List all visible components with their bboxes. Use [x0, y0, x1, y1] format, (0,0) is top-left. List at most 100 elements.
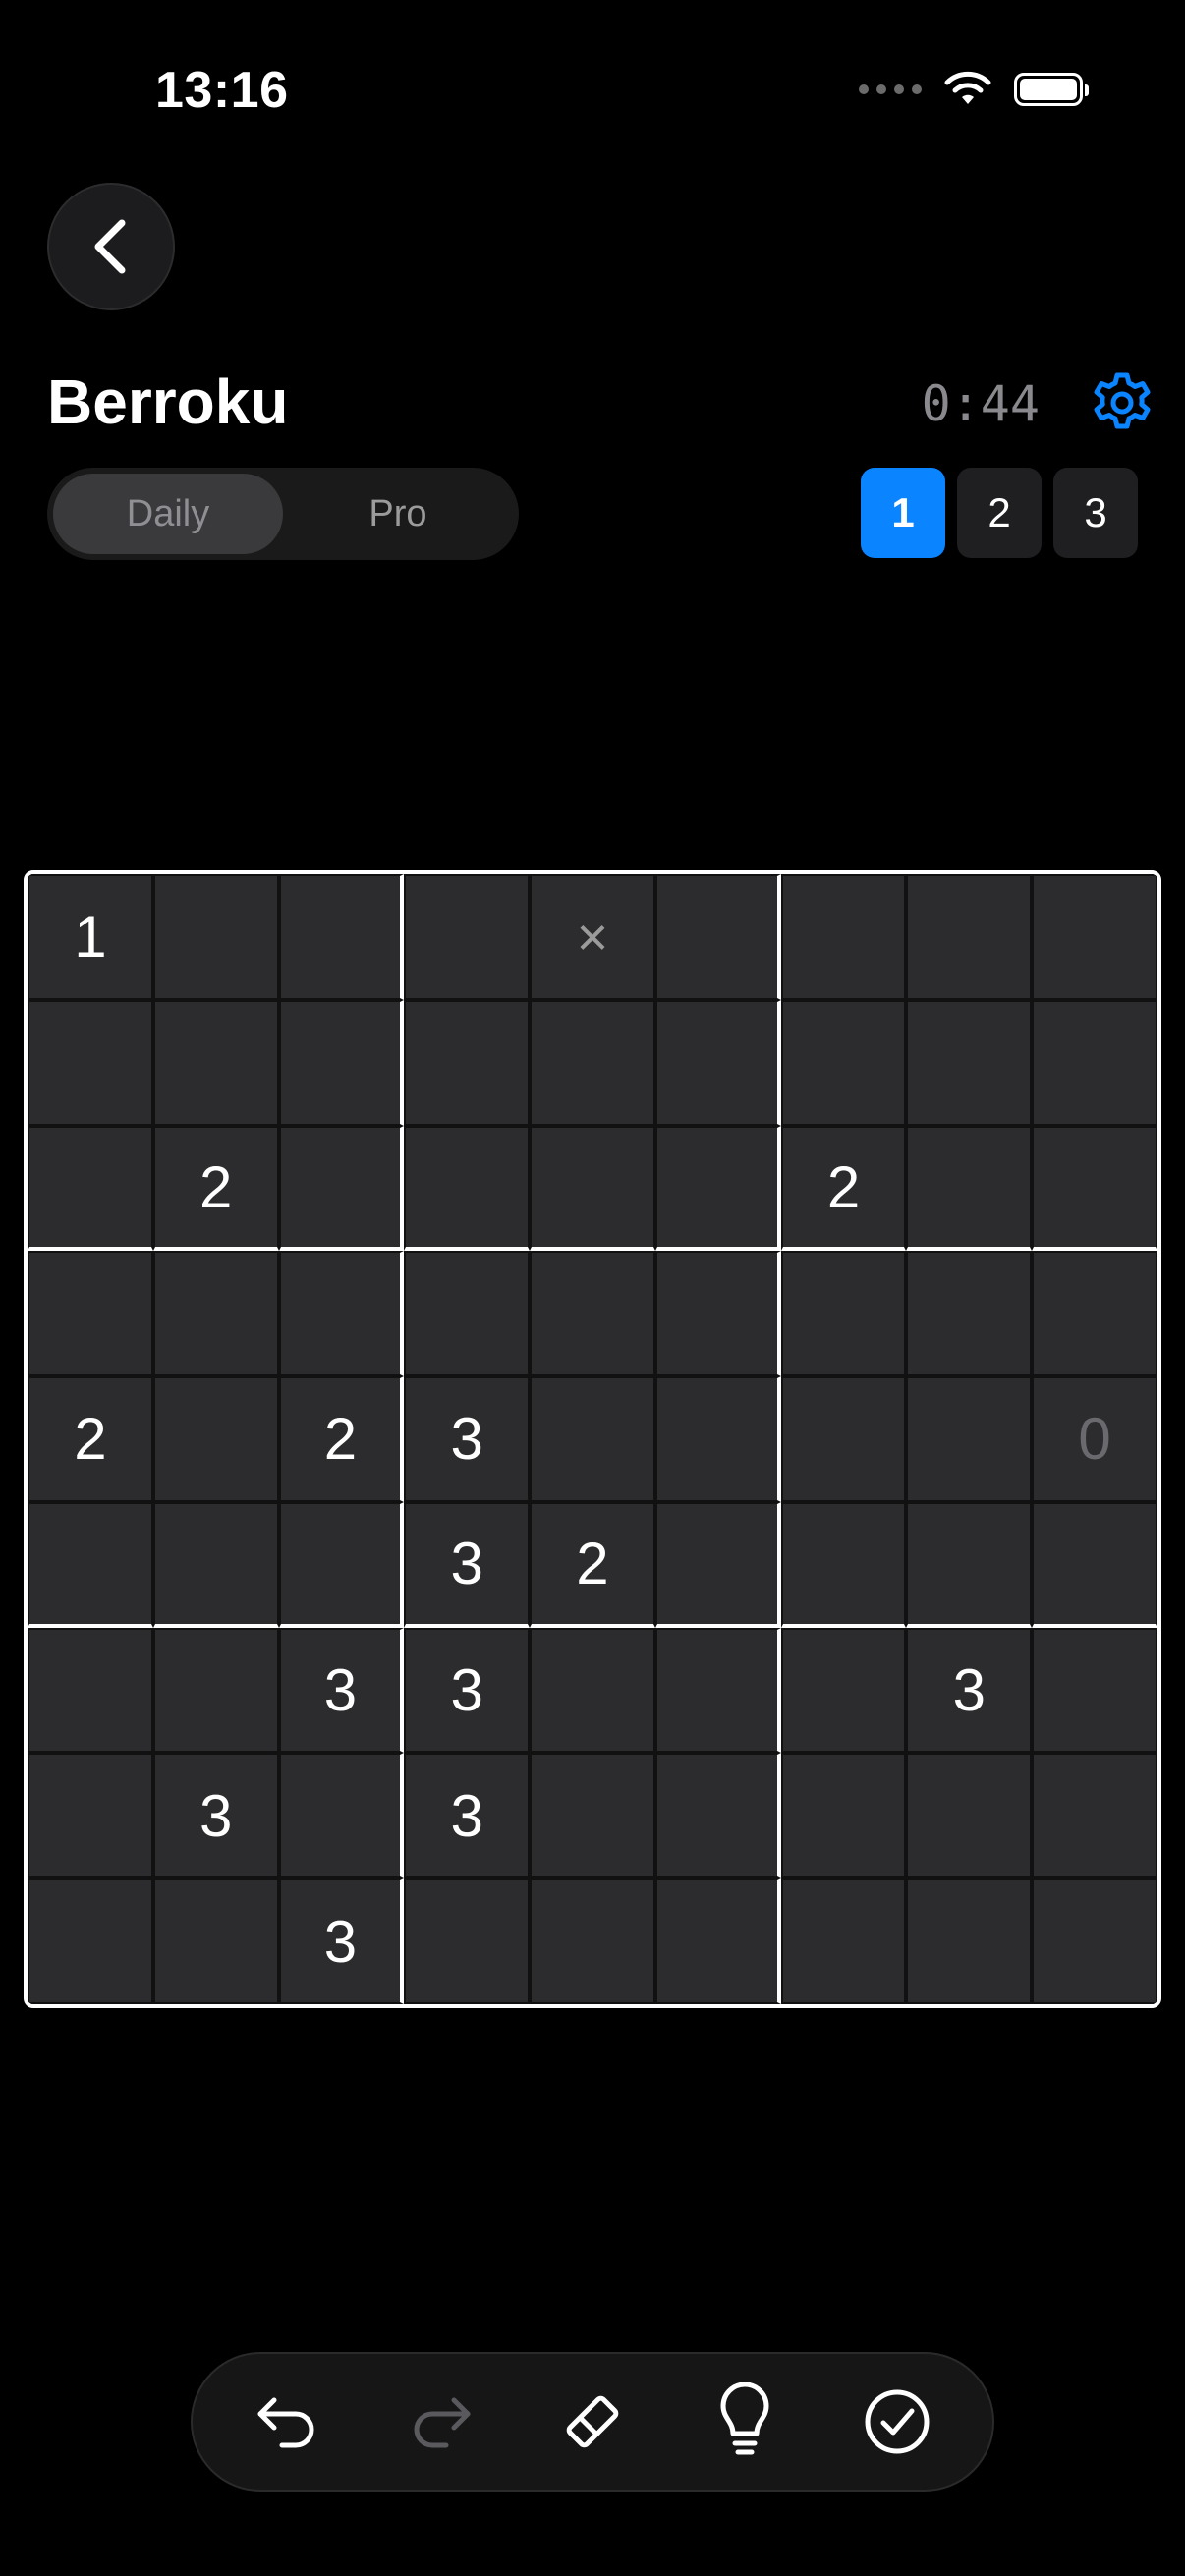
- grid-cell[interactable]: [906, 874, 1033, 1000]
- grid-cell[interactable]: [906, 1376, 1033, 1502]
- grid-cell[interactable]: [28, 1251, 153, 1377]
- level-button-2[interactable]: 2: [957, 468, 1042, 558]
- grid-cell[interactable]: 3: [404, 1627, 531, 1754]
- grid-cell[interactable]: [906, 1753, 1033, 1879]
- grid-cell[interactable]: [1032, 1878, 1157, 2004]
- undo-button[interactable]: [239, 2373, 337, 2471]
- grid-cell[interactable]: [152, 1251, 279, 1377]
- grid-cell[interactable]: [780, 1376, 907, 1502]
- grid-cell[interactable]: [152, 1627, 279, 1754]
- grid-cell[interactable]: [28, 1878, 153, 2004]
- eraser-button[interactable]: [543, 2373, 642, 2471]
- level-button-1[interactable]: 1: [861, 468, 945, 558]
- grid-cell[interactable]: 3: [152, 1753, 279, 1879]
- redo-button[interactable]: [391, 2373, 489, 2471]
- grid-cell[interactable]: [404, 1125, 531, 1252]
- grid-cell[interactable]: [906, 1501, 1033, 1628]
- grid-cell[interactable]: [1032, 874, 1157, 1000]
- lightbulb-icon: [720, 2382, 769, 2455]
- grid-cell[interactable]: [278, 1753, 405, 1879]
- grid-cell[interactable]: [404, 999, 531, 1126]
- grid-cell[interactable]: [530, 1125, 655, 1252]
- grid-cell[interactable]: [906, 999, 1033, 1126]
- grid-cell[interactable]: [1032, 1125, 1157, 1252]
- gear-icon[interactable]: [1089, 369, 1156, 436]
- grid-cell[interactable]: [28, 1125, 153, 1252]
- grid-cell[interactable]: [780, 1251, 907, 1377]
- grid-cell[interactable]: [654, 1376, 781, 1502]
- grid-cell[interactable]: [906, 1878, 1033, 2004]
- grid-cell[interactable]: [654, 1878, 781, 2004]
- grid-cell[interactable]: [780, 1501, 907, 1628]
- grid-cell[interactable]: [530, 1376, 655, 1502]
- grid-cell[interactable]: [780, 1627, 907, 1754]
- grid-cell[interactable]: 2: [780, 1125, 907, 1252]
- level-button-3[interactable]: 3: [1053, 468, 1138, 558]
- segment-daily[interactable]: Daily: [53, 474, 283, 554]
- hint-button[interactable]: [696, 2373, 794, 2471]
- grid-cell[interactable]: [654, 1251, 781, 1377]
- grid-cell[interactable]: 3: [404, 1501, 531, 1628]
- grid-cell[interactable]: [906, 1251, 1033, 1377]
- grid-cell[interactable]: [278, 1501, 405, 1628]
- grid-cell[interactable]: 3: [404, 1753, 531, 1879]
- grid-cell[interactable]: 3: [404, 1376, 531, 1502]
- grid-cell[interactable]: [152, 999, 279, 1126]
- eraser-icon: [566, 2395, 619, 2448]
- grid-cell[interactable]: [530, 1251, 655, 1377]
- grid-cell[interactable]: 2: [278, 1376, 405, 1502]
- grid-cell[interactable]: [906, 1125, 1033, 1252]
- battery-icon: [1014, 73, 1089, 106]
- grid-cell[interactable]: [404, 874, 531, 1000]
- grid-cell[interactable]: [654, 1753, 781, 1879]
- grid-cell[interactable]: [152, 1501, 279, 1628]
- grid-cell[interactable]: [654, 1627, 781, 1754]
- grid-cell[interactable]: 1: [28, 874, 153, 1000]
- grid-cell[interactable]: [278, 1251, 405, 1377]
- grid-cell[interactable]: [152, 1878, 279, 2004]
- grid-cell[interactable]: 2: [530, 1501, 655, 1628]
- grid-cell[interactable]: [530, 1753, 655, 1879]
- grid-cell[interactable]: [530, 999, 655, 1126]
- grid-cell[interactable]: [28, 1627, 153, 1754]
- grid-cell[interactable]: [404, 1251, 531, 1377]
- grid-cell[interactable]: 3: [278, 1878, 405, 2004]
- checkmark-circle-icon: [865, 2389, 930, 2454]
- grid-cell[interactable]: 3: [278, 1627, 405, 1754]
- back-button[interactable]: [47, 183, 175, 310]
- grid-cell[interactable]: ×: [530, 874, 655, 1000]
- grid-cell[interactable]: [278, 1125, 405, 1252]
- check-button[interactable]: [848, 2373, 946, 2471]
- grid-cell[interactable]: [780, 874, 907, 1000]
- grid-cell[interactable]: 3: [906, 1627, 1033, 1754]
- grid-cell[interactable]: [28, 999, 153, 1126]
- grid-cell[interactable]: [152, 874, 279, 1000]
- grid-cell[interactable]: [530, 1627, 655, 1754]
- bottom-toolbar: [191, 2352, 994, 2492]
- grid-cell[interactable]: [780, 1753, 907, 1879]
- grid-cell[interactable]: [654, 1125, 781, 1252]
- redo-icon: [414, 2397, 471, 2448]
- grid-cell[interactable]: [152, 1376, 279, 1502]
- grid-cell[interactable]: [654, 874, 781, 1000]
- grid-cell[interactable]: 2: [28, 1376, 153, 1502]
- grid-cell[interactable]: 0: [1032, 1376, 1157, 1502]
- grid-cell[interactable]: [278, 999, 405, 1126]
- grid-cell[interactable]: [1032, 1627, 1157, 1754]
- grid-cell[interactable]: [28, 1501, 153, 1628]
- mode-segmented-control: Daily Pro: [47, 468, 519, 560]
- grid-cell[interactable]: [1032, 999, 1157, 1126]
- grid-cell[interactable]: [780, 1878, 907, 2004]
- grid-cell[interactable]: [1032, 1753, 1157, 1879]
- grid-cell[interactable]: [654, 1501, 781, 1628]
- grid-cell[interactable]: [28, 1753, 153, 1879]
- grid-cell[interactable]: [404, 1878, 531, 2004]
- grid-cell[interactable]: [1032, 1501, 1157, 1628]
- grid-cell[interactable]: [278, 874, 405, 1000]
- grid-cell[interactable]: [530, 1878, 655, 2004]
- grid-cell[interactable]: [654, 999, 781, 1126]
- grid-cell[interactable]: [780, 999, 907, 1126]
- grid-cell[interactable]: [1032, 1251, 1157, 1377]
- segment-pro[interactable]: Pro: [283, 474, 513, 554]
- grid-cell[interactable]: 2: [152, 1125, 279, 1252]
